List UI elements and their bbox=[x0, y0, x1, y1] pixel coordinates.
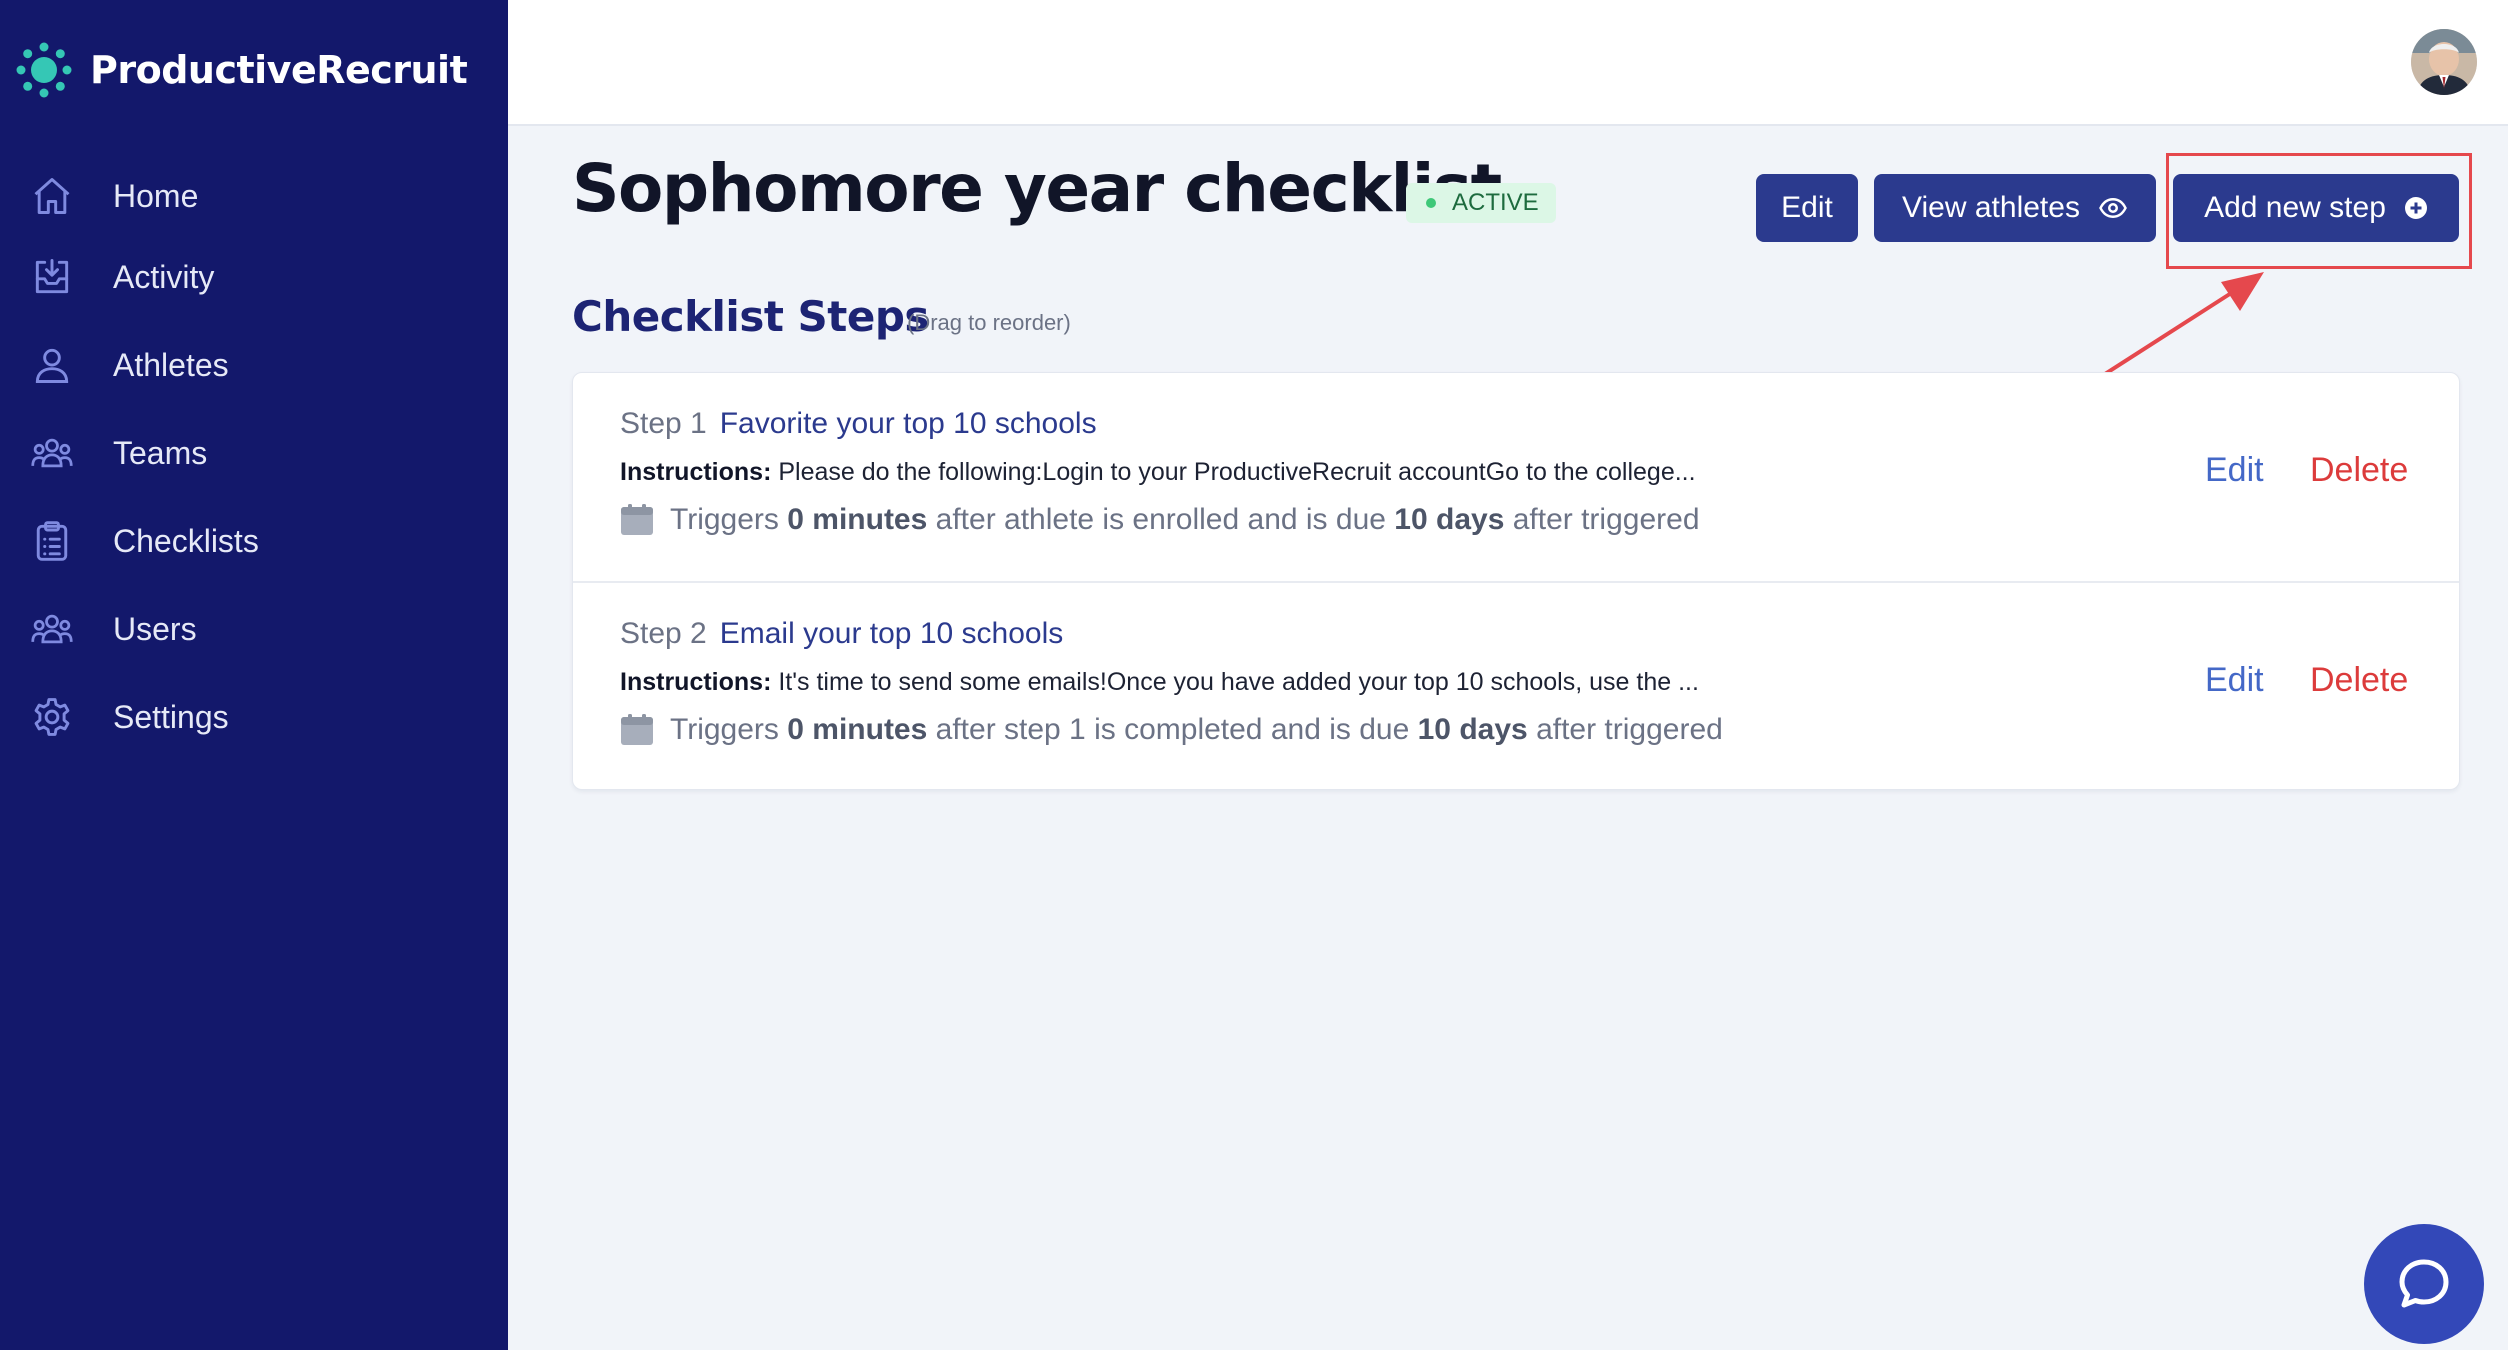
sidebar-item-label: Settings bbox=[113, 698, 229, 735]
step-instructions: Instructions: It's time to send some ema… bbox=[620, 668, 1699, 697]
trigger-amount: 0 minutes bbox=[787, 713, 928, 746]
sidebar-item-activity[interactable]: Activity bbox=[30, 245, 214, 309]
step-number: Step 2 bbox=[620, 617, 707, 650]
steps-card: Step 1 Favorite your top 10 schools Instr… bbox=[572, 372, 2460, 790]
sidebar-item-label: Users bbox=[113, 610, 197, 647]
trigger-prefix: Triggers bbox=[670, 713, 779, 746]
sidebar-item-home[interactable]: Home bbox=[30, 164, 198, 228]
app-name: ProductiveRecruit bbox=[90, 48, 468, 92]
due-amount: 10 days bbox=[1394, 503, 1505, 536]
drag-hint: (Drag to reorder) bbox=[907, 310, 1071, 335]
sidebar-item-settings[interactable]: Settings bbox=[30, 685, 229, 749]
step-number: Step 1 bbox=[620, 407, 707, 440]
home-icon bbox=[34, 178, 70, 214]
sidebar-item-label: Teams bbox=[113, 434, 208, 471]
step-name: Email your top 10 schools bbox=[719, 617, 1064, 650]
instructions-text: It's time to send some emails!Once you h… bbox=[778, 668, 1699, 696]
user-photo-icon bbox=[2411, 29, 2477, 95]
instructions-label: Instructions: bbox=[620, 458, 772, 486]
sidebar-item-users[interactable]: Users bbox=[30, 597, 197, 661]
delete-step-link[interactable]: Delete bbox=[2310, 451, 2408, 490]
avatar[interactable] bbox=[2411, 29, 2477, 95]
user-icon bbox=[35, 348, 69, 383]
view-athletes-label: View athletes bbox=[1902, 191, 2080, 224]
delete-step-link[interactable]: Delete bbox=[2310, 661, 2408, 700]
sidebar-item-checklists[interactable]: Checklists bbox=[30, 509, 259, 573]
chat-support-button[interactable] bbox=[2364, 1224, 2484, 1344]
step-instructions: Instructions: Please do the following:Lo… bbox=[620, 458, 1696, 487]
sidebar-item-teams[interactable]: Teams bbox=[30, 421, 207, 485]
page-title: Sophomore year checklist bbox=[572, 150, 1502, 227]
highlight-box bbox=[2166, 153, 2472, 269]
step-name: Favorite your top 10 schools bbox=[719, 407, 1097, 440]
user-group-icon bbox=[31, 614, 73, 644]
instructions-label: Instructions: bbox=[620, 668, 772, 696]
instructions-text: Please do the following:Login to your Pr… bbox=[778, 458, 1696, 486]
sidebar-item-label: Checklists bbox=[113, 522, 259, 559]
sidebar: ProductiveRecruit Home Activity Athletes… bbox=[0, 0, 508, 1350]
trigger-suffix: after triggered bbox=[1512, 503, 1700, 536]
step-heading: Step 2 Email your top 10 schools bbox=[620, 617, 1063, 651]
trigger-suffix: after triggered bbox=[1536, 713, 1723, 746]
view-athletes-button[interactable]: View athletes bbox=[1874, 174, 2156, 242]
status-badge-label: ACTIVE bbox=[1452, 189, 1539, 216]
sidebar-item-label: Home bbox=[113, 177, 199, 214]
section-title: Checklist Steps bbox=[572, 292, 929, 341]
step-row[interactable]: Step 1 Favorite your top 10 schools Instr… bbox=[573, 373, 2459, 583]
sidebar-item-athletes[interactable]: Athletes bbox=[30, 333, 229, 397]
chat-bubble-icon bbox=[2399, 1259, 2449, 1308]
step-heading: Step 1 Favorite your top 10 schools bbox=[620, 407, 1097, 441]
edit-step-link[interactable]: Edit bbox=[2205, 661, 2264, 700]
inbox-download-icon bbox=[35, 259, 69, 294]
user-group-icon bbox=[31, 438, 73, 468]
calendar-icon bbox=[621, 714, 653, 745]
step-trigger: Triggers 0 minutes after athlete is enro… bbox=[620, 503, 1700, 537]
edit-checklist-button[interactable]: Edit bbox=[1756, 174, 1858, 242]
sidebar-item-label: Activity bbox=[113, 258, 215, 295]
trigger-middle: after athlete is enrolled and is due bbox=[935, 503, 1386, 536]
step-row[interactable]: Step 2 Email your top 10 schools Instruct… bbox=[573, 583, 2459, 793]
step-trigger: Triggers 0 minutes after step 1 is compl… bbox=[620, 713, 1723, 747]
calendar-icon bbox=[621, 504, 653, 535]
due-amount: 10 days bbox=[1417, 713, 1528, 746]
edit-button-label: Edit bbox=[1781, 191, 1833, 224]
status-dot-icon bbox=[1426, 198, 1436, 208]
trigger-prefix: Triggers bbox=[670, 503, 779, 536]
logo-mark-icon bbox=[16, 42, 72, 98]
trigger-middle: after step 1 is completed and is due bbox=[935, 713, 1410, 746]
app-logo[interactable]: ProductiveRecruit bbox=[16, 40, 468, 100]
top-bar bbox=[508, 0, 2508, 126]
gear-icon bbox=[34, 698, 70, 736]
sidebar-item-label: Athletes bbox=[113, 346, 229, 383]
edit-step-link[interactable]: Edit bbox=[2205, 451, 2264, 490]
trigger-amount: 0 minutes bbox=[787, 503, 928, 536]
status-badge: ACTIVE bbox=[1406, 183, 1556, 223]
clipboard-list-icon bbox=[36, 521, 68, 561]
eye-icon bbox=[2099, 197, 2127, 219]
